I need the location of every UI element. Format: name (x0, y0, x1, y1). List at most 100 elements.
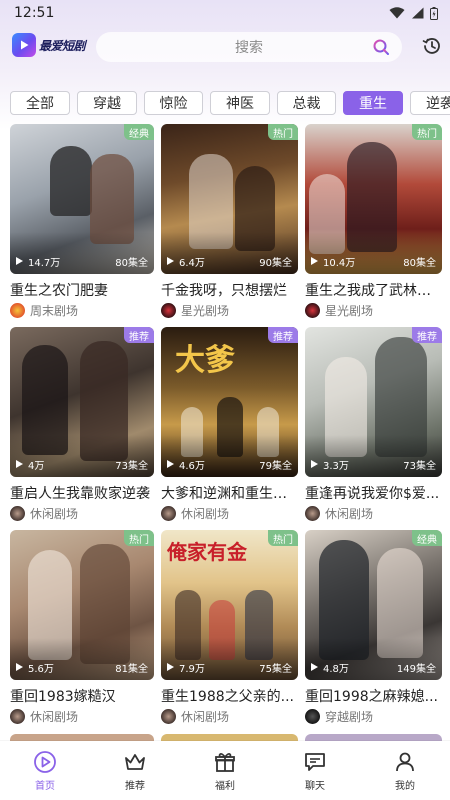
drama-card[interactable]: 热门 6.4万 90集全 千金我呀，只想摆烂 星光剧场 (161, 124, 298, 327)
source-avatar (10, 505, 25, 521)
poster-title-art: 俺家有金 (167, 540, 247, 564)
drama-poster[interactable]: 俺家有金 热门 7.9万 75集全 (161, 530, 298, 680)
tab-all[interactable]: 全部 (10, 91, 70, 115)
drama-poster[interactable]: 热门 5.6万 81集全 (10, 530, 154, 680)
drama-poster[interactable]: 大爹 推荐 4.6万 79集全 (161, 327, 298, 477)
view-count: 7.9万 (179, 663, 205, 675)
source-name: 休闲剧场 (181, 506, 230, 521)
nav-chat[interactable]: 聊天 (270, 741, 360, 800)
nav-label: 推荐 (125, 781, 145, 792)
tab-doctor[interactable]: 神医 (210, 91, 270, 115)
drama-title[interactable]: 千金我呀，只想摆烂 (161, 282, 298, 300)
tab-rebirth[interactable]: 重生 (343, 91, 403, 115)
drama-title[interactable]: 重回1983嫁糙汉 (10, 688, 154, 706)
search-placeholder: 搜索 (235, 40, 263, 56)
badge-label: 热门 (268, 124, 298, 140)
home-play-icon (34, 751, 56, 773)
badge-label: 经典 (124, 124, 154, 140)
drama-title[interactable]: 重回1998之麻辣媳... (305, 688, 442, 706)
source-name: 休闲剧场 (181, 709, 230, 724)
view-count: 10.4万 (323, 257, 356, 269)
drama-card[interactable]: 大爹 推荐 4.6万 79集全 大爹和逆渊和重生成... 休闲剧场 (161, 327, 298, 530)
source-avatar (10, 708, 25, 724)
source-name: 休闲剧场 (30, 506, 79, 521)
play-count-icon (16, 460, 23, 468)
drama-card[interactable]: 推荐 3.3万 73集全 重逢再说我爱你$爱... 休闲剧场 (305, 327, 442, 530)
drama-poster[interactable]: 热门 10.4万 80集全 (305, 124, 442, 274)
nav-label: 聊天 (305, 781, 325, 792)
source-name: 星光剧场 (325, 303, 374, 318)
nav-profile[interactable]: 我的 (360, 741, 450, 800)
drama-title[interactable]: 重生1988之父亲的... (161, 688, 298, 706)
view-count: 4万 (28, 460, 45, 472)
episode-count: 81集全 (115, 663, 148, 675)
badge-label: 推荐 (124, 327, 154, 343)
drama-poster[interactable]: 推荐 4万 73集全 (10, 327, 154, 477)
drama-poster[interactable]: 经典 14.7万 80集全 (10, 124, 154, 274)
drama-grid: 经典 14.7万 80集全 重生之农门肥妻 周末剧场 热门 6.4万 90集全 … (10, 124, 442, 733)
badge-label: 推荐 (268, 327, 298, 343)
nav-label: 福利 (215, 781, 235, 792)
tab-time-travel[interactable]: 穿越 (77, 91, 137, 115)
drama-title[interactable]: 重生之我成了武林盟... (305, 282, 442, 300)
source-avatar (161, 302, 176, 318)
drama-title[interactable]: 重生之农门肥妻 (10, 282, 154, 300)
nav-label: 首页 (35, 781, 55, 792)
badge-label: 经典 (412, 530, 442, 546)
nav-recommend[interactable]: 推荐 (90, 741, 180, 800)
badge-label: 热门 (124, 530, 154, 546)
drama-card[interactable]: 推荐 4万 73集全 重启人生我靠败家逆袭 休闲剧场 (10, 327, 154, 530)
source-avatar (10, 302, 25, 318)
drama-poster[interactable]: 推荐 3.3万 73集全 (305, 327, 442, 477)
source-name: 休闲剧场 (325, 506, 374, 521)
bottom-nav: 首页 推荐 福利 聊天 我的 (0, 741, 450, 800)
badge-label: 热门 (268, 530, 298, 546)
source-name: 休闲剧场 (30, 709, 79, 724)
episode-count: 149集全 (396, 663, 436, 675)
drama-poster[interactable]: 热门 6.4万 90集全 (161, 124, 298, 274)
source-avatar (161, 708, 176, 724)
drama-card[interactable]: 俺家有金 热门 7.9万 75集全 重生1988之父亲的... 休闲剧场 (161, 530, 298, 733)
episode-count: 73集全 (403, 460, 436, 472)
app-logo[interactable]: 最爱短剧 (12, 33, 86, 57)
drama-poster[interactable]: 经典 4.8万 149集全 (305, 530, 442, 680)
drama-card[interactable]: 经典 4.8万 149集全 重回1998之麻辣媳... 穿越剧场 (305, 530, 442, 733)
drama-title[interactable]: 大爹和逆渊和重生成... (161, 485, 298, 503)
tab-comeback[interactable]: 逆袭 (410, 91, 450, 115)
drama-card[interactable]: 热门 5.6万 81集全 重回1983嫁糙汉 休闲剧场 (10, 530, 154, 733)
drama-card[interactable]: 热门 10.4万 80集全 重生之我成了武林盟... 星光剧场 (305, 124, 442, 327)
view-count: 5.6万 (28, 663, 54, 675)
nav-home[interactable]: 首页 (0, 741, 90, 800)
status-bar: 12:51 (0, 0, 450, 26)
play-count-icon (167, 460, 174, 468)
profile-icon (396, 752, 414, 772)
tab-ceo[interactable]: 总裁 (277, 91, 336, 115)
history-icon[interactable] (422, 36, 442, 56)
drama-title[interactable]: 重启人生我靠败家逆袭 (10, 485, 154, 503)
wifi-icon (389, 7, 405, 19)
badge-label: 热门 (412, 124, 442, 140)
gift-icon (215, 753, 235, 772)
play-count-icon (311, 460, 318, 468)
source-name: 穿越剧场 (325, 709, 374, 724)
play-count-icon (167, 663, 174, 671)
logo-text: 最爱短剧 (39, 38, 86, 53)
source-avatar (305, 708, 320, 724)
status-icons (389, 6, 438, 20)
search-input[interactable]: 搜索 (96, 32, 402, 62)
signal-icon (412, 7, 424, 19)
search-icon[interactable] (372, 38, 390, 56)
source-name: 星光剧场 (181, 303, 230, 318)
source-name: 周末剧场 (30, 303, 79, 318)
episode-count: 79集全 (259, 460, 292, 472)
drama-title[interactable]: 重逢再说我爱你$爱... (305, 485, 442, 503)
tab-thriller[interactable]: 惊险 (144, 91, 203, 115)
drama-card[interactable]: 经典 14.7万 80集全 重生之农门肥妻 周末剧场 (10, 124, 154, 327)
episode-count: 80集全 (403, 257, 436, 269)
nav-welfare[interactable]: 福利 (180, 741, 270, 800)
chat-icon (305, 753, 325, 771)
source-avatar (305, 302, 320, 318)
play-count-icon (311, 663, 318, 671)
play-count-icon (16, 663, 23, 671)
nav-label: 我的 (395, 781, 415, 792)
